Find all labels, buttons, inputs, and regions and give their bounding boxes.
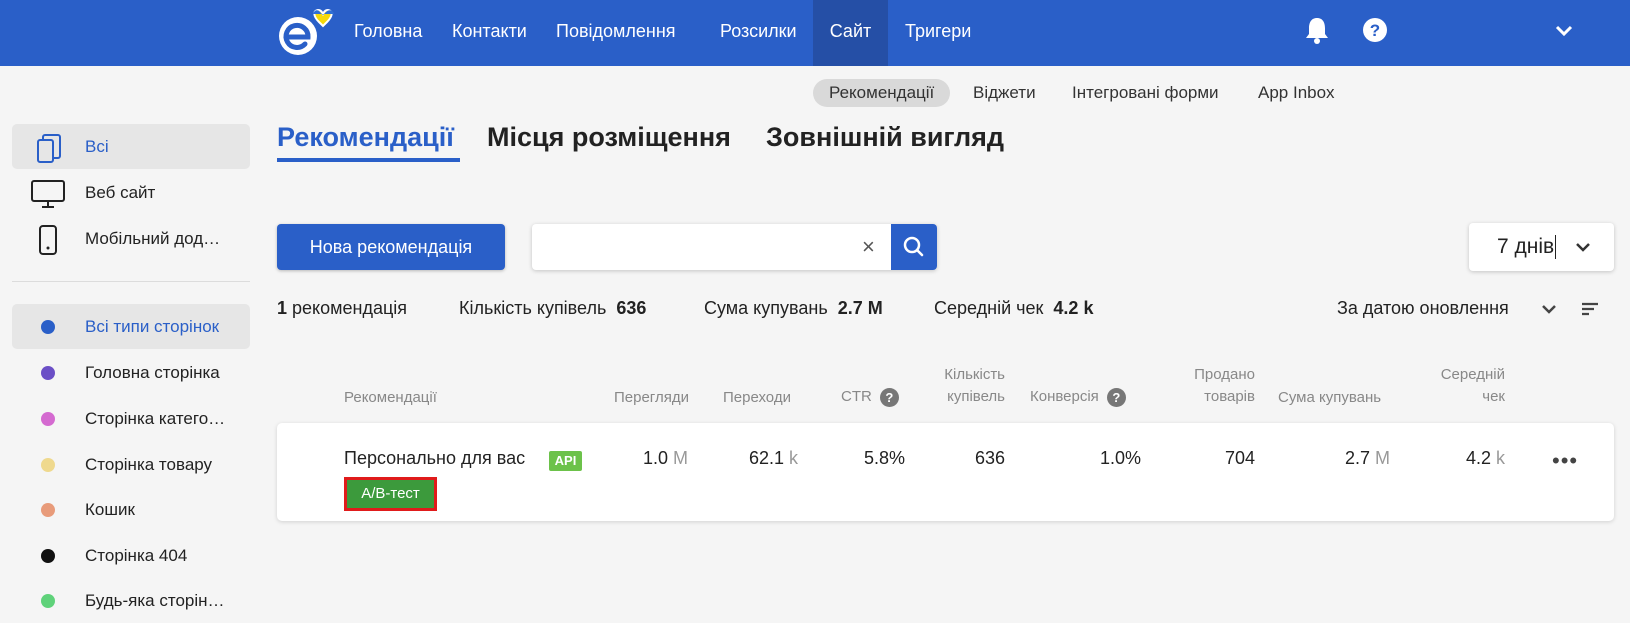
nav-contacts[interactable]: Контакти (436, 0, 543, 66)
text-cursor (1555, 235, 1556, 259)
nav-site[interactable]: Сайт (813, 0, 888, 66)
chevron-down-icon[interactable] (1555, 24, 1573, 42)
sidebar-item-cart[interactable]: Кошик (12, 487, 250, 532)
sidebar-item-any-page[interactable]: Будь-яка сторін… (12, 578, 250, 623)
summary-count: 1 рекомендація (277, 298, 408, 318)
logo-icon[interactable] (274, 4, 342, 60)
tab-appearance[interactable]: Зовнішній вигляд (766, 122, 1004, 153)
monitor-icon (30, 179, 66, 208)
devices-icon (30, 133, 66, 163)
period-value: 7 днів (1497, 235, 1555, 258)
cell-purchases: 636 (974, 448, 1005, 468)
nav-messages[interactable]: Повідомлення (540, 0, 692, 66)
nav-campaigns[interactable]: Розсилки (704, 0, 813, 66)
cell-ctr: 5.8% (863, 448, 905, 468)
sort-select[interactable]: За датою оновлення (1337, 298, 1509, 319)
sidebar-item-label: Всі (85, 137, 109, 156)
summary-average: Середній чек 4.2 k (934, 298, 1094, 318)
column-header-ctr[interactable]: CTR? (841, 386, 899, 408)
cell-clicks: 62.1 k (748, 448, 798, 468)
tab-active-indicator (277, 158, 460, 162)
search-button[interactable] (891, 224, 937, 270)
cell-conversion: 1.0% (1099, 448, 1141, 468)
sidebar-item-website[interactable]: Веб сайт (12, 170, 250, 215)
tab-placements[interactable]: Місця розміщення (487, 122, 731, 153)
api-badge: API (549, 451, 582, 471)
cell-average: 4.2 k (1465, 448, 1505, 468)
new-recommendation-button[interactable]: Нова рекомендація (277, 224, 505, 270)
summary-purchases: Кількість купівель 636 (459, 298, 647, 318)
chevron-down-icon[interactable] (1541, 304, 1557, 314)
column-header-sum[interactable]: Сума купувань (1278, 387, 1381, 409)
sidebar-item-all-page-types[interactable]: Всі типи сторінок (12, 304, 250, 349)
sidebar-item-404-page[interactable]: Сторінка 404 (12, 533, 250, 578)
column-header-conversion[interactable]: Конверсія? (1030, 386, 1126, 408)
sidebar-item-all-platforms[interactable]: Всі (12, 124, 250, 169)
color-dot (41, 412, 55, 426)
column-header-views[interactable]: Перегляди (614, 387, 689, 409)
sidebar-divider (12, 281, 250, 282)
sidebar-item-label: Мобільний дод… (85, 229, 221, 248)
color-dot (41, 458, 55, 472)
color-dot (41, 549, 55, 563)
sidebar-item-label: Сторінка товару (85, 455, 213, 474)
subnav-recommendations[interactable]: Рекомендації (813, 79, 951, 107)
sidebar-item-home-page[interactable]: Головна сторінка (12, 350, 250, 395)
color-dot (41, 366, 55, 380)
svg-text:?: ? (1370, 21, 1380, 40)
color-dot (41, 503, 55, 517)
nav-triggers[interactable]: Тригери (889, 0, 987, 66)
sort-order-icon[interactable] (1580, 301, 1600, 317)
bell-icon[interactable] (1304, 16, 1330, 49)
phone-icon (30, 225, 66, 255)
recommendation-name[interactable]: Персонально для вас (344, 448, 525, 469)
help-icon[interactable]: ? (1106, 387, 1126, 407)
color-dot (41, 320, 55, 334)
sidebar-item-mobile-app[interactable]: Мобільний дод… (12, 216, 250, 261)
search-input[interactable] (532, 224, 852, 270)
column-header-name[interactable]: Рекомендації (344, 387, 437, 409)
chevron-down-icon (1576, 243, 1590, 252)
help-icon[interactable]: ? (879, 387, 899, 407)
more-options-icon[interactable]: ••• (1552, 448, 1578, 474)
sidebar-item-label: Сторінка катего… (85, 409, 226, 428)
sidebar-item-label: Головна сторінка (85, 363, 220, 382)
subnav-app-inbox[interactable]: App Inbox (1242, 79, 1351, 107)
column-header-clicks[interactable]: Переходи (723, 387, 791, 409)
sidebar-item-label: Сторінка 404 (85, 546, 188, 565)
sidebar-item-product-page[interactable]: Сторінка товару (12, 442, 250, 487)
summary-sum: Сума купувань 2.7 M (704, 298, 883, 318)
column-header-average[interactable]: Середній чек (1380, 364, 1505, 408)
clear-search-icon[interactable]: × (862, 232, 875, 262)
table-row[interactable] (277, 423, 1614, 521)
cell-sum: 2.7 M (1344, 448, 1390, 468)
sidebar-item-label: Веб сайт (85, 183, 156, 202)
sidebar-item-label: Будь-яка сторін… (85, 591, 225, 610)
period-select[interactable]: 7 днів (1469, 223, 1614, 271)
sidebar-item-label: Всі типи сторінок (85, 317, 220, 336)
subnav-integrated-forms[interactable]: Інтегровані форми (1056, 79, 1235, 107)
cell-views: 1.0 M (642, 448, 688, 468)
color-dot (41, 594, 55, 608)
column-header-purchases[interactable]: Кількість купівель (905, 364, 1005, 408)
cell-sold: 704 (1224, 448, 1255, 468)
sidebar-item-label: Кошик (85, 500, 135, 519)
tab-recommendations[interactable]: Рекомендації (277, 122, 454, 153)
column-header-sold[interactable]: Продано товарів (1140, 364, 1255, 408)
help-icon[interactable]: ? (1362, 17, 1388, 48)
nav-home[interactable]: Головна (338, 0, 438, 66)
search-icon (903, 236, 924, 257)
search-box (532, 224, 937, 270)
sidebar-item-category-page[interactable]: Сторінка катего… (12, 396, 250, 441)
ab-test-badge[interactable]: A/B-тест (344, 477, 437, 511)
top-navigation-bar: Головна Контакти Повідомлення Розсилки С… (0, 0, 1630, 66)
subnav-widgets[interactable]: Віджети (957, 79, 1052, 107)
